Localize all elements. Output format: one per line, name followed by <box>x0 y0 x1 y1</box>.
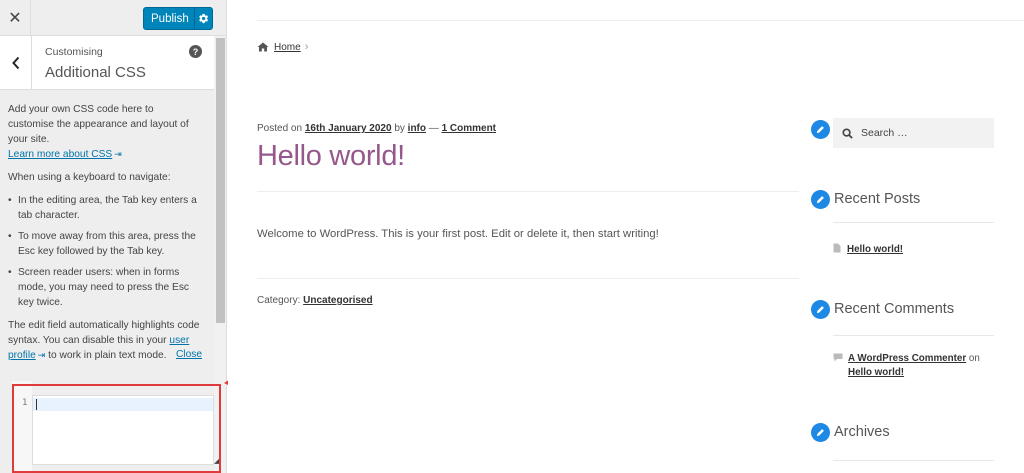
breadcrumb-home-link[interactable]: Home <box>274 42 301 53</box>
list-item: Screen reader users: when in forms mode,… <box>8 265 202 310</box>
section-title: Additional CSS <box>45 64 146 81</box>
recent-comments-title: Recent Comments <box>834 301 955 317</box>
comment-post-link[interactable]: Hello world! <box>848 367 904 378</box>
content-divider <box>257 278 799 279</box>
publish-button[interactable]: Publish <box>143 7 213 30</box>
customizer-header-bar: ✕ Publish <box>0 0 226 36</box>
list-item: To move away from this area, press the E… <box>8 229 202 259</box>
close-customizer-button[interactable]: ✕ <box>0 0 31 36</box>
description-intro: Add your own CSS code here to customise … <box>8 104 189 160</box>
close-icon: ✕ <box>8 10 22 27</box>
site-preview: Home › Posted on 16th January 2020 by in… <box>228 0 1024 473</box>
list-item: Hello world! <box>833 243 903 257</box>
widget-divider <box>833 460 994 461</box>
scrollbar-thumb[interactable] <box>216 38 225 323</box>
post-meta: Posted on 16th January 2020 by info — 1 … <box>257 123 497 134</box>
section-header: Customising Additional CSS ? <box>0 36 214 90</box>
title-divider <box>257 191 799 192</box>
home-icon <box>257 42 269 52</box>
recent-post-link[interactable]: Hello world! <box>847 244 903 255</box>
publish-label: Publish <box>151 12 189 25</box>
category-link[interactable]: Uncategorised <box>303 295 372 306</box>
chevron-left-icon <box>11 56 19 69</box>
edit-widget-pencil-icon[interactable] <box>811 190 830 209</box>
publish-settings-gear-icon[interactable] <box>194 8 212 29</box>
comment-icon <box>833 353 843 362</box>
post-author-link[interactable]: info <box>408 123 426 134</box>
search-icon <box>842 127 853 139</box>
list-item: A WordPress Commenter on Hello world! <box>833 352 1003 380</box>
syntax-highlight-note: The edit field automatically highlights … <box>8 320 200 361</box>
learn-more-css-link[interactable]: Learn more about CSS <box>8 149 112 160</box>
keyboard-tips-list: In the editing area, the Tab key enters … <box>8 193 202 310</box>
post-content: Welcome to WordPress. This is your first… <box>257 228 659 240</box>
external-link-icon: ⇥ <box>37 350 46 360</box>
keyboard-intro: When using a keyboard to navigate: <box>8 172 171 183</box>
help-icon[interactable]: ? <box>189 45 202 58</box>
widget-divider <box>833 335 994 336</box>
post-comments-link[interactable]: 1 Comment <box>442 123 496 134</box>
comment-author-link[interactable]: A WordPress Commenter <box>848 353 966 364</box>
section-breadcrumb: Customising <box>45 46 103 58</box>
close-description-link[interactable]: Close <box>176 347 202 362</box>
document-icon <box>833 243 841 253</box>
widget-divider <box>833 222 994 223</box>
archives-title: Archives <box>834 424 890 440</box>
post-date-link[interactable]: 16th January 2020 <box>305 123 392 134</box>
back-button[interactable] <box>0 36 32 89</box>
recent-posts-title: Recent Posts <box>834 191 921 207</box>
section-description: Add your own CSS code here to customise … <box>0 91 214 380</box>
header-divider <box>257 20 1024 21</box>
breadcrumb: Home › <box>257 41 308 53</box>
post-category: Category: Uncategorised <box>257 295 373 306</box>
annotation-highlight-box <box>12 384 221 473</box>
edit-widget-pencil-icon[interactable] <box>811 120 830 139</box>
external-link-icon: ⇥ <box>114 149 122 159</box>
search-widget[interactable]: Search … <box>833 118 994 148</box>
edit-widget-pencil-icon[interactable] <box>811 423 830 442</box>
list-item: In the editing area, the Tab key enters … <box>8 193 202 223</box>
chevron-right-icon: › <box>304 41 309 53</box>
edit-widget-pencil-icon[interactable] <box>811 300 830 319</box>
search-input[interactable]: Search … <box>861 127 908 139</box>
post-title[interactable]: Hello world! <box>257 140 405 173</box>
